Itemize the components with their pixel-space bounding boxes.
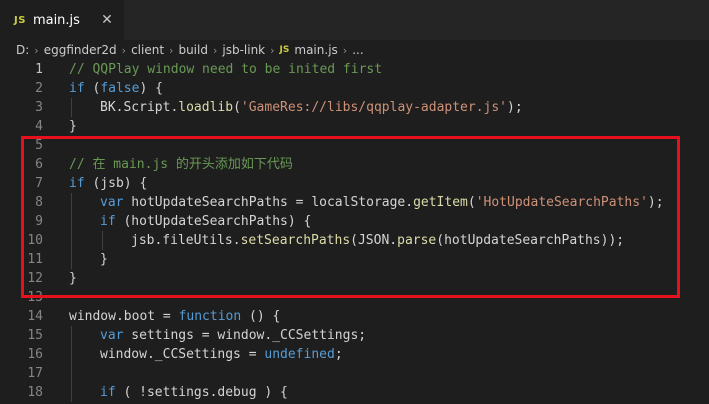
line-number: 1	[35, 62, 43, 77]
tab-main-js[interactable]: JS main.js ✕	[0, 0, 124, 40]
line-number: 18	[27, 385, 43, 400]
code-line[interactable]: 16 window._CCSettings = undefined;	[0, 345, 709, 364]
code-token: (	[84, 81, 101, 96]
code-token: window.boot =	[69, 309, 179, 324]
close-icon[interactable]: ✕	[100, 13, 114, 27]
code-line[interactable]: 14 window.boot = function () {	[0, 307, 709, 326]
chevron-right-icon: ›	[121, 43, 127, 57]
code-line[interactable]: 4}	[0, 117, 709, 136]
code-text: window._CCSettings = undefined;	[100, 345, 343, 364]
chevron-right-icon: ›	[169, 43, 174, 57]
code-token: false	[100, 81, 140, 96]
code-token: // QQPlay window need to be inited first	[69, 62, 383, 77]
code-line[interactable]: 18 if ( !settings.debug ) {	[0, 383, 709, 402]
code-token: loadlib	[178, 100, 234, 115]
code-token: () {	[241, 309, 281, 324]
line-number: 3	[35, 100, 43, 115]
tab-bar: JS main.js ✕	[0, 0, 709, 40]
code-token: if	[69, 81, 85, 96]
code-token: settings = window._CCSettings;	[123, 328, 367, 343]
code-token: if	[100, 385, 116, 400]
code-token: }	[69, 119, 77, 134]
indent-guide	[71, 98, 72, 117]
code-token: (	[233, 100, 241, 115]
code-text: // QQPlay window need to be inited first	[69, 60, 382, 79]
code-text: }	[69, 117, 77, 136]
code-token: 'GameRes://libs/qqplay-adapter.js'	[240, 100, 508, 115]
chevron-right-icon: ›	[342, 43, 348, 57]
code-token: );	[507, 100, 523, 115]
code-text: if ( !settings.debug ) {	[100, 383, 288, 402]
line-number: 14	[27, 309, 43, 324]
code-text: var settings = window._CCSettings;	[100, 326, 366, 345]
breadcrumb-item[interactable]: client	[131, 43, 164, 57]
breadcrumb-item[interactable]: build	[178, 43, 208, 57]
breadcrumb: D: › eggfinder2d › client › build › jsb-link › JS m…	[0, 40, 709, 60]
breadcrumb-item[interactable]: eggfinder2d	[44, 43, 117, 57]
highlight-annotation	[21, 136, 680, 298]
js-file-icon: JS	[279, 45, 290, 55]
breadcrumb-item[interactable]: main.js	[294, 43, 337, 57]
code-token: ) {	[139, 81, 163, 96]
code-token: ;	[334, 347, 343, 362]
code-line[interactable]: 3 BK.Script.loadlib('GameRes://libs/qqpla…	[0, 98, 709, 117]
code-token: var	[100, 328, 124, 343]
line-number: 2	[35, 81, 43, 96]
code-line[interactable]: 1 // QQPlay window need to be inited firs…	[0, 60, 709, 79]
code-token: ( !settings.debug ) {	[115, 385, 288, 400]
chevron-right-icon: ›	[34, 43, 39, 57]
breadcrumb-item[interactable]: jsb-link	[222, 43, 265, 57]
code-line[interactable]: 2 if (false) {	[0, 79, 709, 98]
tab-label: main.js	[32, 12, 80, 28]
line-number: 16	[27, 347, 43, 362]
line-number: 15	[27, 328, 43, 343]
breadcrumb-item[interactable]: D:	[16, 43, 29, 57]
line-number: 4	[35, 119, 43, 134]
chevron-right-icon: ›	[212, 43, 218, 57]
code-token: function	[178, 309, 242, 324]
breadcrumb-item[interactable]: ...	[352, 43, 363, 57]
code-line[interactable]: 17	[0, 364, 709, 383]
code-token: BK.Script.	[100, 100, 179, 115]
code-text: BK.Script.loadlib('GameRes://libs/qqplay…	[100, 98, 523, 117]
js-file-icon: JS	[14, 14, 26, 26]
chevron-right-icon: ›	[270, 43, 275, 57]
code-text: if (false) {	[69, 79, 163, 98]
indent-guide	[71, 326, 72, 402]
code-token: undefined	[264, 347, 335, 362]
line-number: 17	[27, 366, 43, 381]
code-text: window.boot = function () {	[69, 307, 280, 326]
code-line[interactable]: 15 var settings = window._CCSettings;	[0, 326, 709, 345]
code-token: window._CCSettings =	[100, 347, 265, 362]
